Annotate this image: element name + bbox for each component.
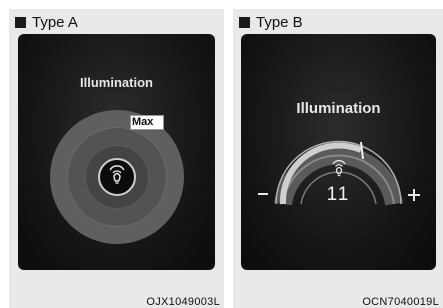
type-b-image-code: OCN7040019L	[362, 296, 439, 308]
square-bullet-icon	[15, 16, 26, 28]
illumination-bulb-icon	[332, 160, 346, 177]
type-b-screen: Illumination 11	[241, 34, 436, 270]
type-b-header: Type B	[239, 13, 303, 31]
type-a-label: Type A	[32, 13, 78, 31]
type-a-panel: Type A Illumination Max OJX1049003L	[9, 9, 224, 308]
illumination-bulb-icon	[109, 165, 125, 184]
type-b-label: Type B	[256, 13, 303, 31]
illumination-title: Illumination	[296, 100, 381, 117]
minus-icon	[258, 193, 268, 195]
type-a-screen: Illumination Max	[18, 34, 215, 270]
type-a-header: Type A	[15, 13, 78, 31]
square-bullet-icon	[239, 16, 250, 28]
max-level-label: Max	[132, 116, 154, 128]
illumination-value: 11	[326, 184, 351, 205]
illumination-title: Illumination	[80, 75, 153, 90]
plus-icon	[408, 189, 420, 201]
type-a-image-code: OJX1049003L	[146, 296, 220, 308]
type-b-panel: Type B Illumination 11 OCN7040019L	[233, 9, 443, 308]
illumination-dial	[50, 110, 184, 244]
